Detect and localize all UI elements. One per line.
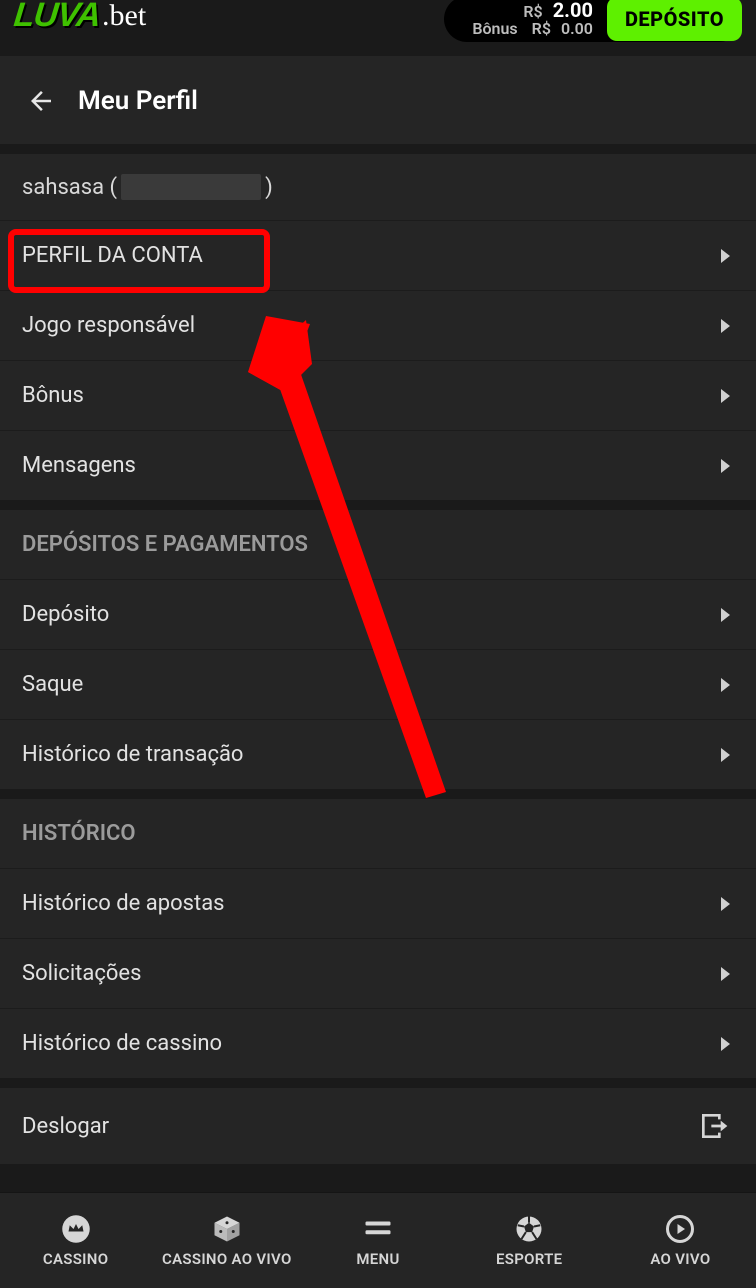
menu-item-label: Histórico de transação [22,742,243,767]
menu-item-deposito[interactable]: Depósito [0,579,756,649]
nav-label: ESPORTE [496,1250,562,1268]
back-arrow-icon[interactable] [26,86,56,116]
menu-item-historico-cassino[interactable]: Histórico de cassino [0,1008,756,1078]
chevron-right-icon [721,389,730,403]
menu-item-bonus[interactable]: Bônus [0,360,756,430]
menu-item-label: Depósito [22,602,109,627]
logout-icon [698,1110,730,1142]
menu-item-historico-apostas[interactable]: Histórico de apostas [0,868,756,938]
menu-item-solicitacoes[interactable]: Solicitações [0,938,756,1008]
menu-item-saque[interactable]: Saque [0,649,756,719]
chevron-right-icon [721,967,730,981]
menu-item-label: Bônus [22,383,84,408]
top-bar: LUVA .bet R$ 2.00 Bônus R$ 0.00 DEPÓSITO [0,0,756,56]
nav-label: AO VIVO [650,1250,710,1268]
balance-value: 2.00 [553,0,593,21]
page-title: Meu Perfil [78,86,198,116]
nav-label: CASSINO AO VIVO [162,1250,292,1268]
dice-icon [212,1214,242,1244]
nav-cassino-ao-vivo[interactable]: CASSINO AO VIVO [151,1214,302,1268]
nav-label: MENU [356,1250,399,1268]
menu-item-perfil-da-conta[interactable]: PERFIL DA CONTA [0,220,756,290]
bonus-currency: R$ [532,21,551,38]
section-header-label: DEPÓSITOS E PAGAMENTOS [22,532,308,557]
user-id-redacted [121,174,261,200]
play-circle-icon [665,1214,695,1244]
menu-item-label: Solicitações [22,961,141,986]
deposit-button[interactable]: DEPÓSITO [607,0,742,41]
menu-item-mensagens[interactable]: Mensagens [0,430,756,500]
bonus-value: 0.00 [561,21,593,38]
nav-menu[interactable]: MENU [302,1214,453,1268]
menu-item-jogo-responsavel[interactable]: Jogo responsável [0,290,756,360]
nav-esporte[interactable]: ESPORTE [454,1214,605,1268]
nav-ao-vivo[interactable]: AO VIVO [605,1214,756,1268]
menu-item-label: Histórico de apostas [22,891,225,916]
username: sahsasa [22,175,104,200]
section-header-label: HISTÓRICO [22,821,136,846]
chevron-right-icon [721,459,730,473]
title-bar: Meu Perfil [0,56,756,154]
user-row: sahsasa ( ) [0,154,756,220]
section-header-depositos: DEPÓSITOS E PAGAMENTOS [0,510,756,579]
chevron-right-icon [721,1037,730,1051]
section-header-historico: HISTÓRICO [0,799,756,868]
menu-item-label: Histórico de cassino [22,1031,222,1056]
logo-main: LUVA [12,0,102,35]
balance-block: R$ 2.00 Bônus R$ 0.00 DEPÓSITO [444,0,742,42]
chevron-right-icon [721,897,730,911]
menu-item-historico-transacao[interactable]: Histórico de transação [0,719,756,789]
crown-icon [61,1214,91,1244]
chevron-right-icon [721,608,730,622]
logoff-label: Deslogar [22,1114,109,1139]
menu-item-label: Saque [22,672,83,697]
nav-cassino[interactable]: CASSINO [0,1214,151,1268]
hamburger-icon [361,1214,395,1244]
chevron-right-icon [721,678,730,692]
chevron-right-icon [721,748,730,762]
nav-label: CASSINO [43,1250,109,1268]
chevron-right-icon [721,319,730,333]
logo[interactable]: LUVA .bet [14,0,146,35]
bottom-nav: CASSINO CASSINO AO VIVO MENU [0,1192,756,1288]
menu-item-deslogar[interactable]: Deslogar [0,1088,756,1164]
menu-item-label: Mensagens [22,453,136,478]
chevron-right-icon [721,249,730,263]
menu-item-label: Jogo responsável [22,313,195,338]
menu-item-label: PERFIL DA CONTA [22,243,203,268]
bonus-label: Bônus [472,21,517,38]
soccer-ball-icon [514,1214,544,1244]
logo-suffix: .bet [102,0,146,33]
